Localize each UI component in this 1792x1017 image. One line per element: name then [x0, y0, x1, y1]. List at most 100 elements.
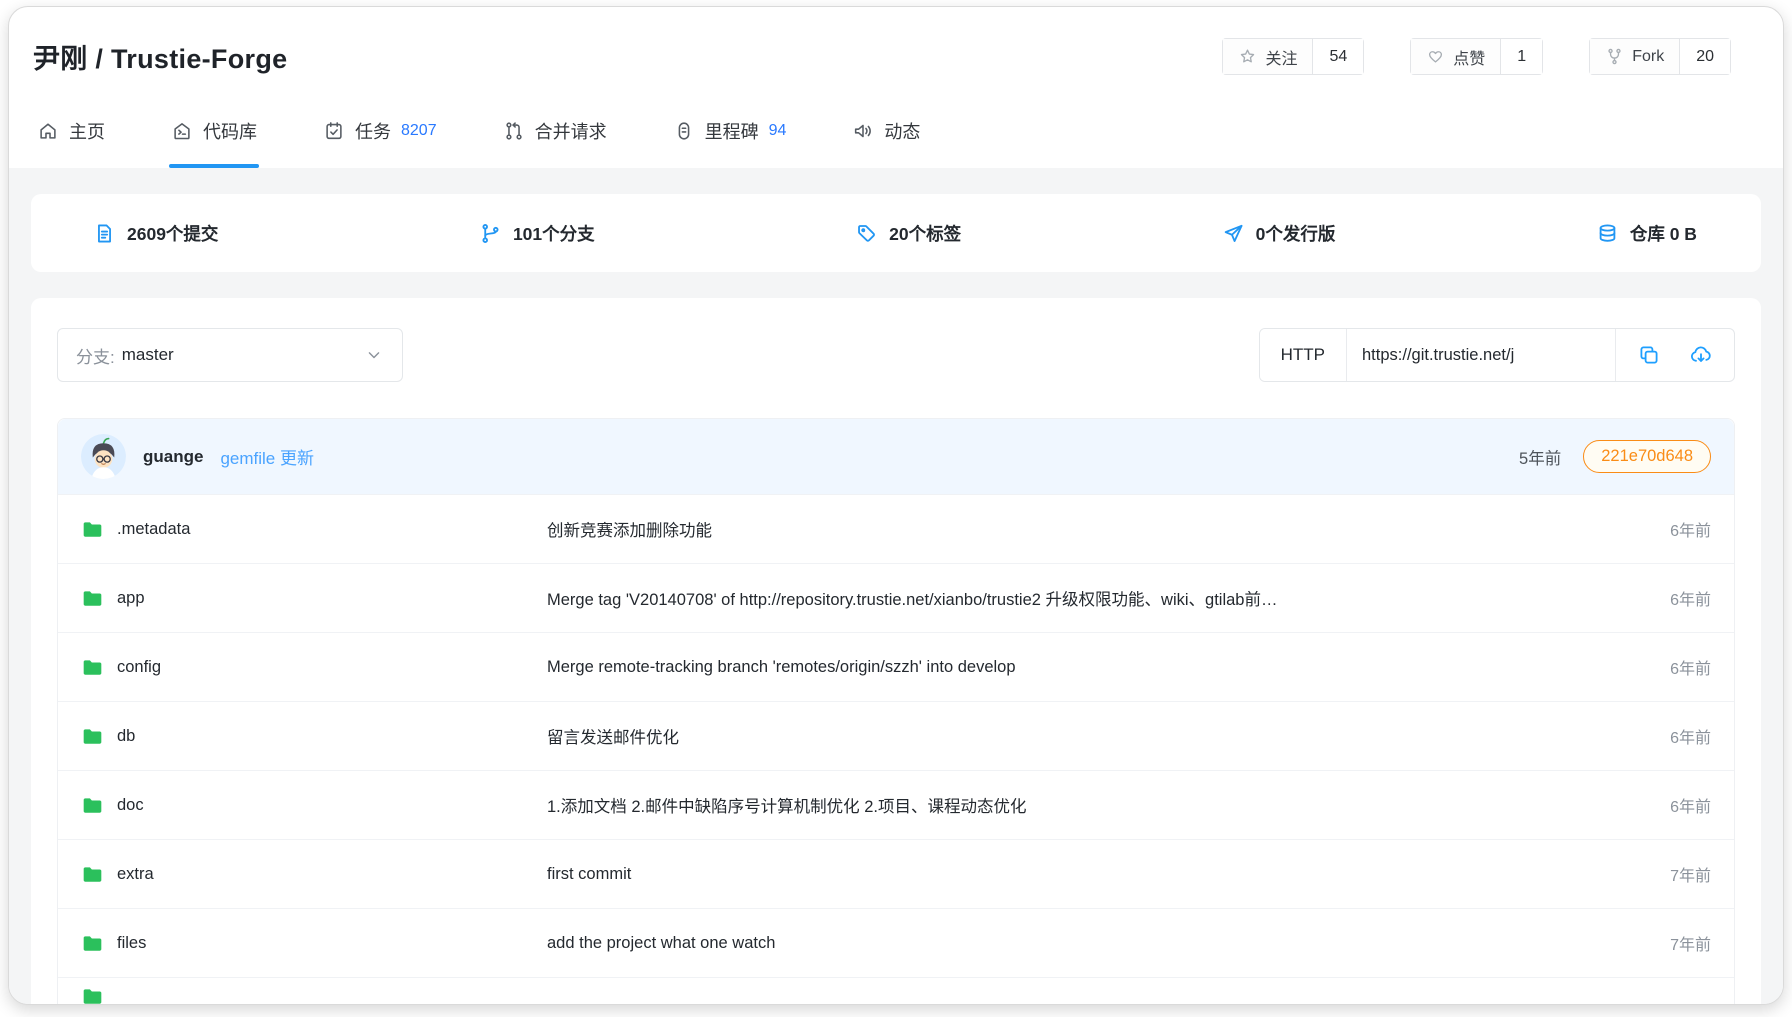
extra: extra first commit 7年前: [58, 839, 1734, 908]
repo-card: 分支: master HTTP: [31, 298, 1761, 1005]
action-label: 关注: [1265, 45, 1297, 69]
db: db 留言发送邮件优化 6年前: [58, 701, 1734, 770]
folder-icon: [81, 518, 104, 541]
commit-message-link[interactable]: 1.添加文档 2.邮件中缺陷序号计算机制优化 2.项目、课程动态优化: [547, 793, 1646, 817]
file-name-link[interactable]: .metadata: [117, 520, 190, 539]
tab-label: 主页: [69, 118, 105, 144]
branch-icon: [479, 222, 502, 245]
table-row: [58, 977, 1734, 1005]
cloud-download-icon: [1689, 343, 1713, 367]
commit-time: 5年前: [1519, 445, 1561, 469]
commit-sha-badge[interactable]: 221e70d648: [1583, 440, 1711, 473]
commit-message-link[interactable]: 创新竞赛添加删除功能: [547, 517, 1646, 541]
stat-label: 2609个提交: [127, 221, 218, 246]
fork-icon: [1605, 47, 1624, 66]
speaker-icon: [852, 120, 874, 142]
home-icon: [37, 120, 59, 142]
fork-button[interactable]: Fork 20: [1589, 38, 1731, 75]
branch-select[interactable]: 分支: master: [57, 328, 403, 382]
browser-window: 尹刚 / Trustie-Forge 关注 54 点赞 1 Fork 20 主页…: [8, 6, 1784, 1005]
tab-label: 动态: [884, 118, 920, 144]
commit-author-link[interactable]: guange: [143, 447, 203, 467]
star-icon: [1238, 47, 1257, 66]
action-count: 1: [1500, 39, 1542, 74]
stat-branches[interactable]: 101个分支: [473, 220, 601, 247]
folder-icon: [81, 794, 104, 817]
file-updated-time: 6年前: [1670, 517, 1711, 541]
tab-tasks[interactable]: 任务 8207: [321, 118, 439, 168]
copy-url-button[interactable]: [1637, 343, 1661, 367]
protocol-select[interactable]: HTTP: [1260, 329, 1347, 381]
action-count: 54: [1312, 39, 1363, 74]
file-rows: .metadata 创新竞赛添加删除功能 6年前 app Merge tag '…: [58, 494, 1734, 1005]
latest-commit-message-link[interactable]: gemfile 更新: [220, 444, 314, 469]
download-repo-button[interactable]: [1689, 343, 1713, 367]
stat-label: 仓库 0 B: [1630, 221, 1697, 246]
folder-icon: [81, 587, 104, 610]
tab-code[interactable]: 代码库: [169, 118, 259, 168]
folder-icon: [81, 863, 104, 886]
commit-message-link[interactable]: Merge remote-tracking branch 'remotes/or…: [547, 658, 1646, 677]
merge-icon: [503, 120, 525, 142]
repo-stats-bar: 2609个提交 101个分支 20个标签 0个发行版 仓库 0 B: [31, 194, 1761, 272]
stat-label: 101个分支: [513, 221, 595, 246]
file-name-link[interactable]: config: [117, 658, 161, 677]
tab-label: 合并请求: [535, 118, 607, 144]
action-label: 点赞: [1453, 45, 1485, 69]
database-icon: [1596, 222, 1619, 245]
avatar[interactable]: [81, 434, 126, 479]
tab-merge-requests[interactable]: 合并请求: [501, 118, 609, 168]
tab-activity[interactable]: 动态: [850, 118, 922, 168]
stat-repo-size[interactable]: 仓库 0 B: [1590, 220, 1703, 247]
tab-milestones[interactable]: 里程碑 94: [671, 118, 789, 168]
commit-message-link[interactable]: add the project what one watch: [547, 934, 1646, 953]
files: files add the project what one watch 7年前: [58, 908, 1734, 977]
commit-message-link[interactable]: Merge tag 'V20140708' of http://reposito…: [547, 586, 1646, 610]
stat-tags[interactable]: 20个标签: [849, 220, 967, 247]
latest-commit-row: guange gemfile 更新 5年前 221e70d648: [58, 419, 1734, 494]
file-updated-time: 6年前: [1670, 793, 1711, 817]
repo-header: 尹刚 / Trustie-Forge 关注 54 点赞 1 Fork 20: [9, 7, 1783, 76]
file-updated-time: 7年前: [1670, 862, 1711, 886]
file-updated-time: 7年前: [1670, 931, 1711, 955]
watch-button[interactable]: 关注 54: [1222, 38, 1364, 75]
file-updated-time: 6年前: [1670, 724, 1711, 748]
config: config Merge remote-tracking branch 'rem…: [58, 632, 1734, 701]
repo-toolbar: 分支: master HTTP: [57, 328, 1735, 382]
tag-icon: [855, 222, 878, 245]
commit-message-link[interactable]: 留言发送邮件优化: [547, 724, 1646, 748]
copy-icon: [1637, 343, 1661, 367]
heart-icon: [1426, 47, 1445, 66]
tab-count: 8207: [401, 122, 437, 140]
app: app Merge tag 'V20140708' of http://repo…: [58, 563, 1734, 632]
file-updated-time: 6年前: [1670, 655, 1711, 679]
file-name-link[interactable]: extra: [117, 865, 154, 884]
stat-commits[interactable]: 2609个提交: [87, 220, 224, 247]
file-name-link[interactable]: files: [117, 934, 146, 953]
file-name-link[interactable]: app: [117, 589, 145, 608]
tab-label: 任务: [355, 118, 391, 144]
commit-message-link[interactable]: first commit: [547, 865, 1646, 884]
document-icon: [93, 222, 116, 245]
repo-icon: [171, 120, 193, 142]
.metadata: .metadata 创新竞赛添加删除功能 6年前: [58, 494, 1734, 563]
file-name-link[interactable]: db: [117, 727, 135, 746]
folder-icon: [81, 725, 104, 748]
send-icon: [1222, 222, 1245, 245]
clone-url-input[interactable]: [1347, 329, 1615, 381]
page-body: 2609个提交 101个分支 20个标签 0个发行版 仓库 0 B 分支: ma…: [9, 168, 1783, 1005]
header-actions: 关注 54 点赞 1 Fork 20: [1222, 38, 1731, 75]
praise-button[interactable]: 点赞 1: [1410, 38, 1543, 75]
folder-icon: [81, 656, 104, 679]
branch-select-label: 分支:: [76, 343, 115, 368]
file-name-link[interactable]: doc: [117, 796, 144, 815]
folder-icon: [81, 932, 104, 955]
doc: doc 1.添加文档 2.邮件中缺陷序号计算机制优化 2.项目、课程动态优化 6…: [58, 770, 1734, 839]
action-count: 20: [1679, 39, 1730, 74]
stat-label: 20个标签: [889, 221, 961, 246]
file-list: guange gemfile 更新 5年前 221e70d648 .metada…: [57, 418, 1735, 1005]
tab-home[interactable]: 主页: [35, 118, 107, 168]
milestone-icon: [673, 120, 695, 142]
stat-releases[interactable]: 0个发行版: [1216, 220, 1342, 247]
action-label: Fork: [1632, 48, 1664, 66]
